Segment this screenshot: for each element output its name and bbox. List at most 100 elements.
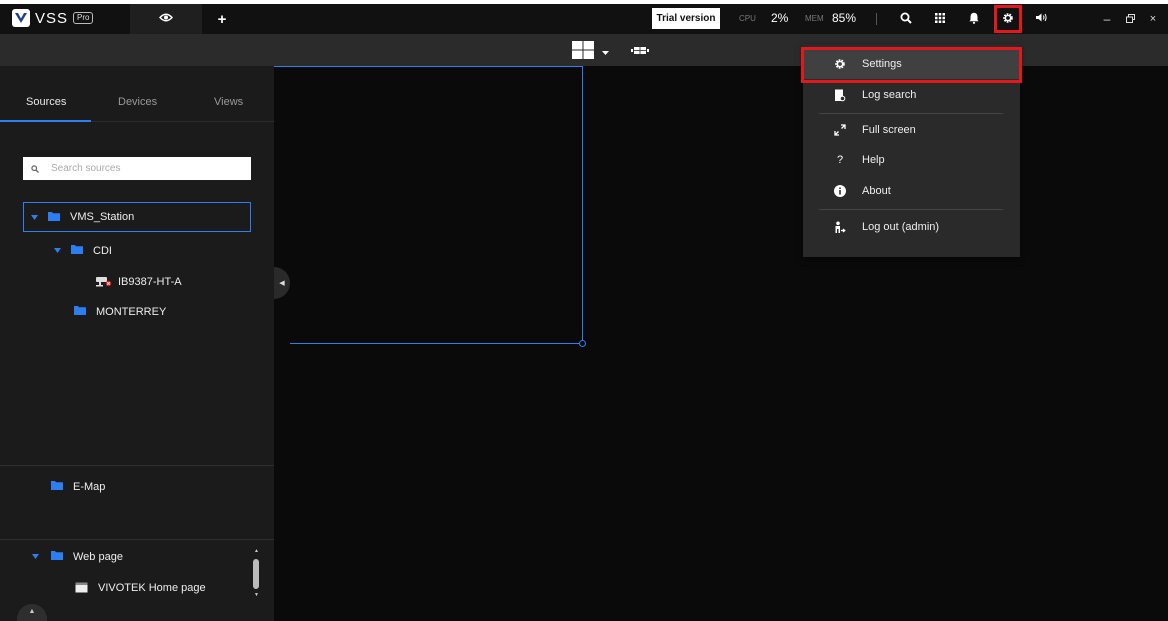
volume-button[interactable] — [1029, 4, 1055, 34]
menu-item-about[interactable]: About — [803, 176, 1020, 206]
collapse-panel-button[interactable]: ◀ — [274, 267, 290, 299]
sequence-icon — [631, 46, 649, 58]
menu-label: Full screen — [862, 124, 916, 136]
search-input[interactable]: Search sources — [23, 157, 251, 180]
menu-item-help[interactable]: ? Help — [803, 145, 1020, 175]
trial-version-button[interactable]: Trial version — [652, 8, 720, 29]
settings-highlight-box — [994, 5, 1022, 33]
sequence-button[interactable] — [631, 46, 649, 58]
search-icon — [31, 164, 39, 173]
tab-liveview[interactable] — [130, 4, 202, 34]
menu-divider — [819, 113, 1003, 114]
tab-devices[interactable]: Devices — [118, 96, 157, 108]
scroll-up-icon[interactable]: ▲ — [254, 548, 259, 554]
minimize-button[interactable]: – — [1097, 4, 1117, 34]
folder-icon — [48, 211, 70, 224]
menu-item-logout[interactable]: Log out (admin) — [803, 212, 1020, 242]
close-button[interactable]: × — [1143, 4, 1163, 34]
menu-item-log-search[interactable]: Log search — [803, 80, 1020, 110]
plus-icon: + — [217, 10, 227, 28]
menu-label: Log out (admin) — [862, 221, 940, 233]
left-scrollbar[interactable]: ▲ ▼ — [252, 548, 260, 598]
separator — [876, 13, 877, 25]
folder-icon — [71, 244, 93, 257]
chevron-down-icon — [602, 46, 609, 58]
settings-item-highlight-box — [801, 47, 1022, 83]
mem-value: 85% — [832, 11, 857, 25]
tree-label: VIVOTEK Home page — [98, 581, 206, 594]
search-placeholder: Search sources — [51, 163, 121, 174]
close-icon: × — [1149, 13, 1157, 25]
app-logo: VSS Pro — [12, 9, 94, 27]
layout-grid-icon — [572, 41, 594, 62]
mem-label: MEM — [805, 14, 824, 23]
tab-sources[interactable]: Sources — [26, 96, 66, 108]
folder-icon — [74, 305, 96, 318]
restore-button[interactable] — [1120, 4, 1140, 34]
eye-icon — [159, 13, 173, 25]
apps-grid-icon — [935, 12, 945, 26]
logout-icon — [833, 220, 847, 234]
add-tab-button[interactable]: + — [212, 4, 232, 34]
menu-item-full-screen[interactable]: Full screen — [803, 115, 1020, 145]
scroll-thumb[interactable] — [253, 559, 259, 589]
emap-item[interactable]: E-Map — [51, 472, 105, 501]
fullscreen-icon — [833, 123, 847, 137]
edition-badge: Pro — [73, 12, 94, 24]
section-divider — [0, 539, 274, 540]
top-bar: VSS Pro + Trial version CPU 2% MEM 85% –… — [0, 4, 1168, 34]
menu-label: Help — [862, 154, 885, 166]
info-icon — [833, 184, 847, 198]
expand-caret-icon[interactable] — [52, 248, 62, 253]
search-icon — [900, 12, 912, 27]
chevron-up-icon: ▲ — [28, 608, 36, 615]
log-search-icon — [833, 88, 847, 102]
settings-menu: Settings Log search Full screen ? Help A… — [801, 44, 1022, 257]
tree-label: IB9387-HT-A — [118, 275, 182, 288]
chevron-left-icon: ◀ — [279, 280, 285, 287]
folder-icon — [51, 550, 73, 563]
help-icon: ? — [836, 154, 844, 166]
menu-label: Log search — [862, 89, 917, 101]
view-cell-bottom-border — [290, 343, 583, 344]
folder-icon — [51, 480, 73, 493]
tree-label: CDI — [93, 244, 112, 257]
app-name: VSS — [35, 9, 69, 27]
scroll-down-icon[interactable]: ▼ — [254, 592, 259, 598]
source-tabs: Sources Devices Views — [0, 66, 274, 122]
speaker-icon — [1036, 13, 1048, 25]
expand-caret-icon[interactable] — [29, 214, 39, 220]
apps-button[interactable] — [927, 4, 953, 34]
tree-item-cdi[interactable]: CDI — [52, 236, 112, 265]
tree-label: Web page — [73, 550, 123, 563]
webpage-icon — [75, 582, 88, 593]
minimize-icon: – — [1103, 12, 1111, 26]
menu-divider — [819, 209, 1003, 210]
tree-label: VMS_Station — [70, 211, 135, 223]
tree-label: MONTERREY — [96, 305, 167, 318]
vivotek-logo-icon — [12, 9, 30, 27]
emap-label: E-Map — [73, 480, 106, 493]
tree-item-monterrey[interactable]: MONTERREY — [74, 297, 166, 326]
cpu-label: CPU — [739, 14, 756, 23]
camera-icon — [95, 276, 112, 287]
notifications-button[interactable] — [961, 4, 987, 34]
left-panel: Sources Devices Views Search sources VMS… — [0, 66, 274, 621]
view-cell-top-border — [274, 66, 583, 67]
view-cell-resize-handle[interactable] — [579, 340, 586, 347]
tree-item-camera[interactable]: IB9387-HT-A — [95, 267, 182, 296]
search-button[interactable] — [893, 4, 919, 34]
view-cell-right-border — [582, 66, 583, 344]
tree-item-webpage[interactable]: Web page — [30, 542, 123, 571]
menu-label: About — [862, 185, 891, 197]
section-divider — [0, 465, 274, 466]
tree-item-vms-station[interactable]: VMS_Station — [23, 202, 251, 232]
expand-caret-icon[interactable] — [30, 554, 40, 559]
tab-views[interactable]: Views — [214, 96, 243, 108]
bell-icon — [969, 12, 979, 27]
active-tab-indicator — [0, 120, 91, 122]
tree-item-vivotek-home[interactable]: VIVOTEK Home page — [75, 573, 206, 602]
cpu-value: 2% — [771, 11, 789, 25]
app-window: VSS Pro + Trial version CPU 2% MEM 85% –… — [0, 4, 1168, 621]
layout-selector[interactable] — [572, 41, 609, 62]
